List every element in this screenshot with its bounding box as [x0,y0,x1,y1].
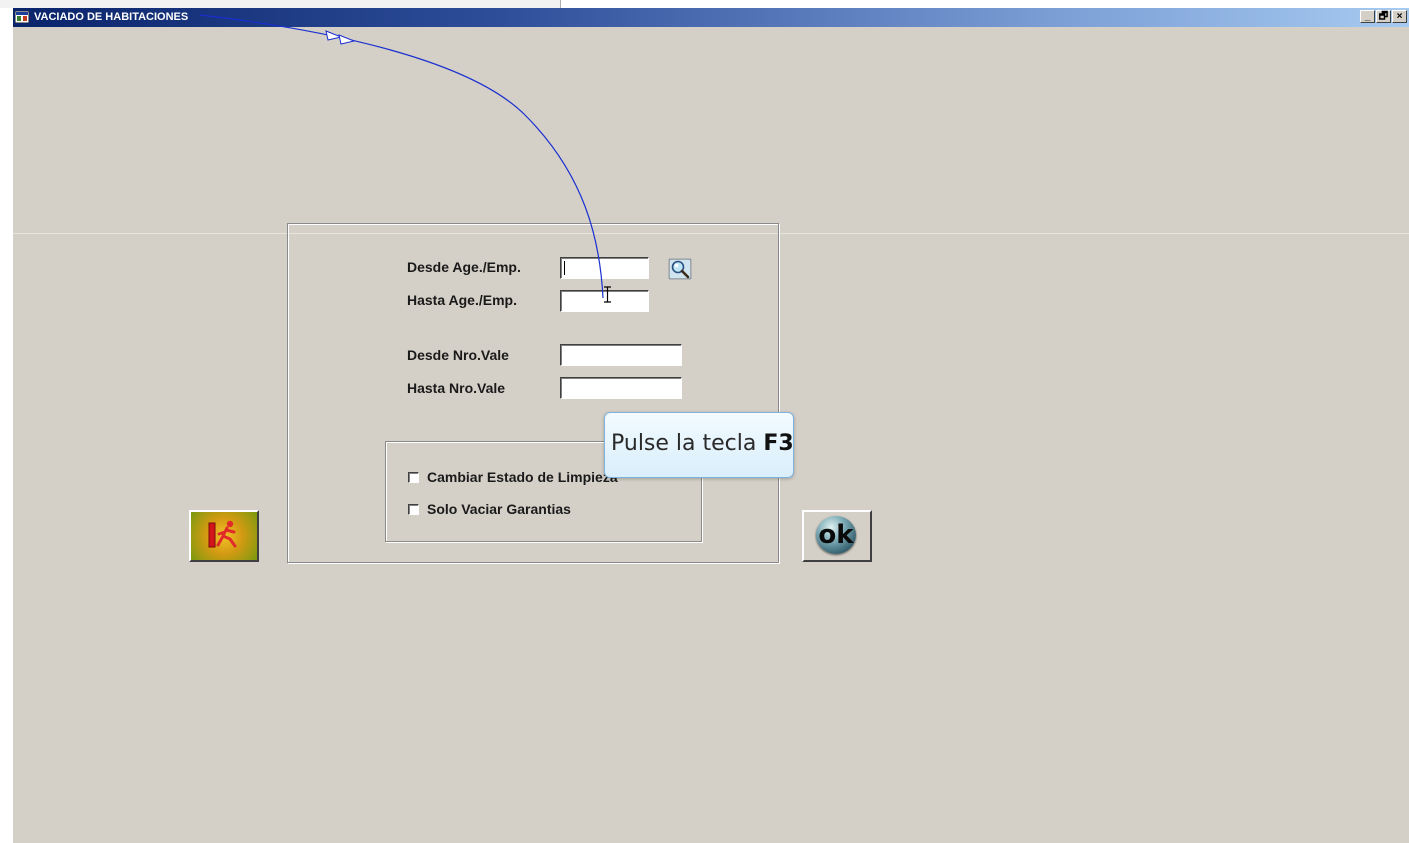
window-controls: _ 🗗 × [1360,10,1407,23]
magnifier-icon[interactable] [668,258,692,280]
solo-vaciar-garantias-option[interactable]: Solo Vaciar Garantias [408,501,571,517]
restore-button[interactable]: 🗗 [1376,10,1391,23]
ok-orb-icon: ok [816,516,856,554]
cambiar-estado-limpieza-option[interactable]: Cambiar Estado de Limpieza [408,469,618,485]
hasta-age-emp-label: Hasta Age./Emp. [407,292,517,308]
hint-tooltip: Pulse la tecla F3 [604,412,794,478]
desde-age-emp-input[interactable] [560,257,649,279]
hasta-nro-vale-label: Hasta Nro.Vale [407,380,506,396]
desde-age-emp-label: Desde Age./Emp. [407,259,521,275]
main-window: VACIADO DE HABITACIONES _ 🗗 × Desde Age.… [13,8,1409,843]
window-title: VACIADO DE HABITACIONES [34,11,189,23]
close-button[interactable]: × [1392,10,1407,23]
solo-vaciar-garantias-checkbox[interactable] [408,503,419,515]
solo-vaciar-garantias-label: Solo Vaciar Garantias [427,501,571,517]
text-caret [564,261,565,275]
title-bar[interactable]: VACIADO DE HABITACIONES _ 🗗 × [13,8,1409,27]
hasta-nro-vale-input[interactable] [560,377,682,399]
desde-nro-vale-label: Desde Nro.Vale [407,347,509,363]
ok-label: ok [818,520,854,550]
tooltip-key: F3 [763,431,794,456]
app-window-icon [15,11,29,23]
exit-door-runner-icon [208,520,237,548]
text-cursor-icon [604,286,611,303]
minimize-button[interactable]: _ [1360,10,1375,23]
tooltip-text: Pulse la tecla [611,431,764,456]
desde-nro-vale-input[interactable] [560,344,682,366]
cambiar-estado-limpieza-checkbox[interactable] [408,471,419,483]
cambiar-estado-limpieza-label: Cambiar Estado de Limpieza [427,469,618,485]
exit-button[interactable] [189,510,259,562]
ok-button[interactable]: ok [802,510,872,562]
background-window-edge [0,0,561,8]
